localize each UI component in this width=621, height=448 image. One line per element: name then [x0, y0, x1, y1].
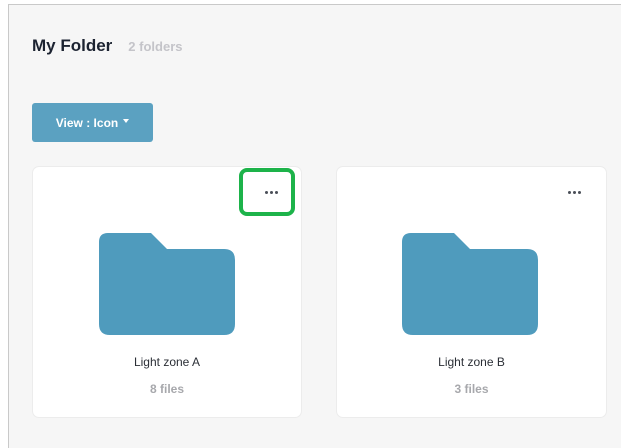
- folder-name: Light zone A: [133, 355, 201, 369]
- page-title: My Folder: [32, 36, 113, 55]
- folder-file-count: 3 files: [454, 382, 489, 396]
- folder-card[interactable]: Light zone B 3 files: [337, 167, 606, 417]
- folder-card[interactable]: Light zone A 8 files: [33, 167, 301, 417]
- more-options-button[interactable]: [259, 185, 283, 199]
- page-header: My Folder 2 folders: [32, 36, 182, 56]
- folder-name: Light zone B: [438, 355, 505, 369]
- folder-panel: My Folder 2 folders View : Icon Light zo…: [8, 4, 621, 448]
- folder-icon: [99, 233, 235, 335]
- more-horizontal-icon: [567, 190, 571, 194]
- folder-icon: [402, 233, 538, 335]
- caret-down-icon: [123, 118, 130, 123]
- more-horizontal-icon: [264, 190, 268, 194]
- view-mode-dropdown-button[interactable]: View : Icon: [32, 103, 153, 142]
- view-mode-label: View : Icon: [55, 115, 119, 130]
- more-options-button[interactable]: [562, 185, 586, 199]
- folder-file-count: 8 files: [149, 382, 185, 396]
- folder-count-label: 2 folders: [128, 39, 183, 54]
